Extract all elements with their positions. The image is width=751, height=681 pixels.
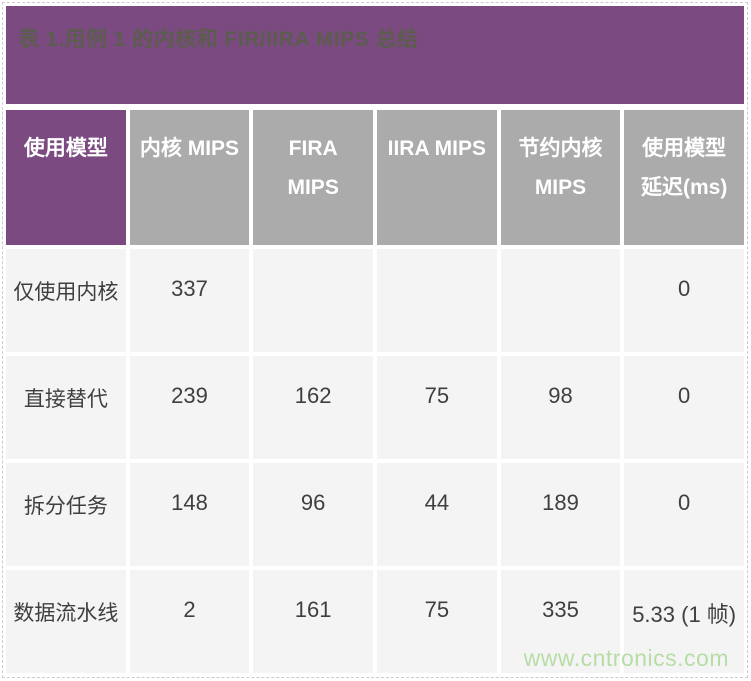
table-cell: 148 [129, 463, 250, 566]
table-cell: 98 [500, 356, 621, 459]
table-cell [376, 249, 497, 352]
table-cell: 161 [253, 570, 373, 673]
dashed-border-frame: 表 1.用例 1 的内核和 FIR/IIRA MIPS 总结 使用模型 内核 M… [2, 2, 748, 678]
row-label-data-pipeline: 数据流水线 [6, 570, 126, 673]
column-header-core-mips: 内核 MIPS [129, 110, 250, 245]
table-cell: 96 [253, 463, 373, 566]
column-header-iira-mips: IIRA MIPS [376, 110, 497, 245]
table-cell: 75 [376, 570, 497, 673]
mips-summary-table: 使用模型 内核 MIPS FIRA MIPS IIRA MIPS 节约内核 MI… [6, 110, 744, 673]
document-page: 表 1.用例 1 的内核和 FIR/IIRA MIPS 总结 使用模型 内核 M… [0, 0, 751, 681]
row-label-core-only: 仅使用内核 [6, 249, 126, 352]
row-label-split-task: 拆分任务 [6, 463, 126, 566]
table-cell: 189 [500, 463, 621, 566]
table-cell: 239 [129, 356, 250, 459]
table-cell: 0 [624, 249, 744, 352]
table-cell: 0 [624, 463, 744, 566]
column-header-usage-model-delay: 使用模型延迟(ms) [624, 110, 744, 245]
table-cell: 162 [253, 356, 373, 459]
table-caption-banner: 表 1.用例 1 的内核和 FIR/IIRA MIPS 总结 [6, 6, 744, 104]
table-cell: 44 [376, 463, 497, 566]
column-header-saved-core-mips: 节约内核 MIPS [500, 110, 621, 245]
table-cell: 2 [129, 570, 250, 673]
table-cell: 75 [376, 356, 497, 459]
watermark-text: www.cntronics.com [523, 645, 729, 671]
table-cell [500, 249, 621, 352]
table-cell: 337 [129, 249, 250, 352]
row-label-direct-replace: 直接替代 [6, 356, 126, 459]
table-caption: 表 1.用例 1 的内核和 FIR/IIRA MIPS 总结 [18, 28, 419, 51]
table-cell: 0 [624, 356, 744, 459]
column-header-usage-model: 使用模型 [6, 110, 126, 245]
column-header-fira-mips: FIRA MIPS [253, 110, 373, 245]
table-cell [253, 249, 373, 352]
